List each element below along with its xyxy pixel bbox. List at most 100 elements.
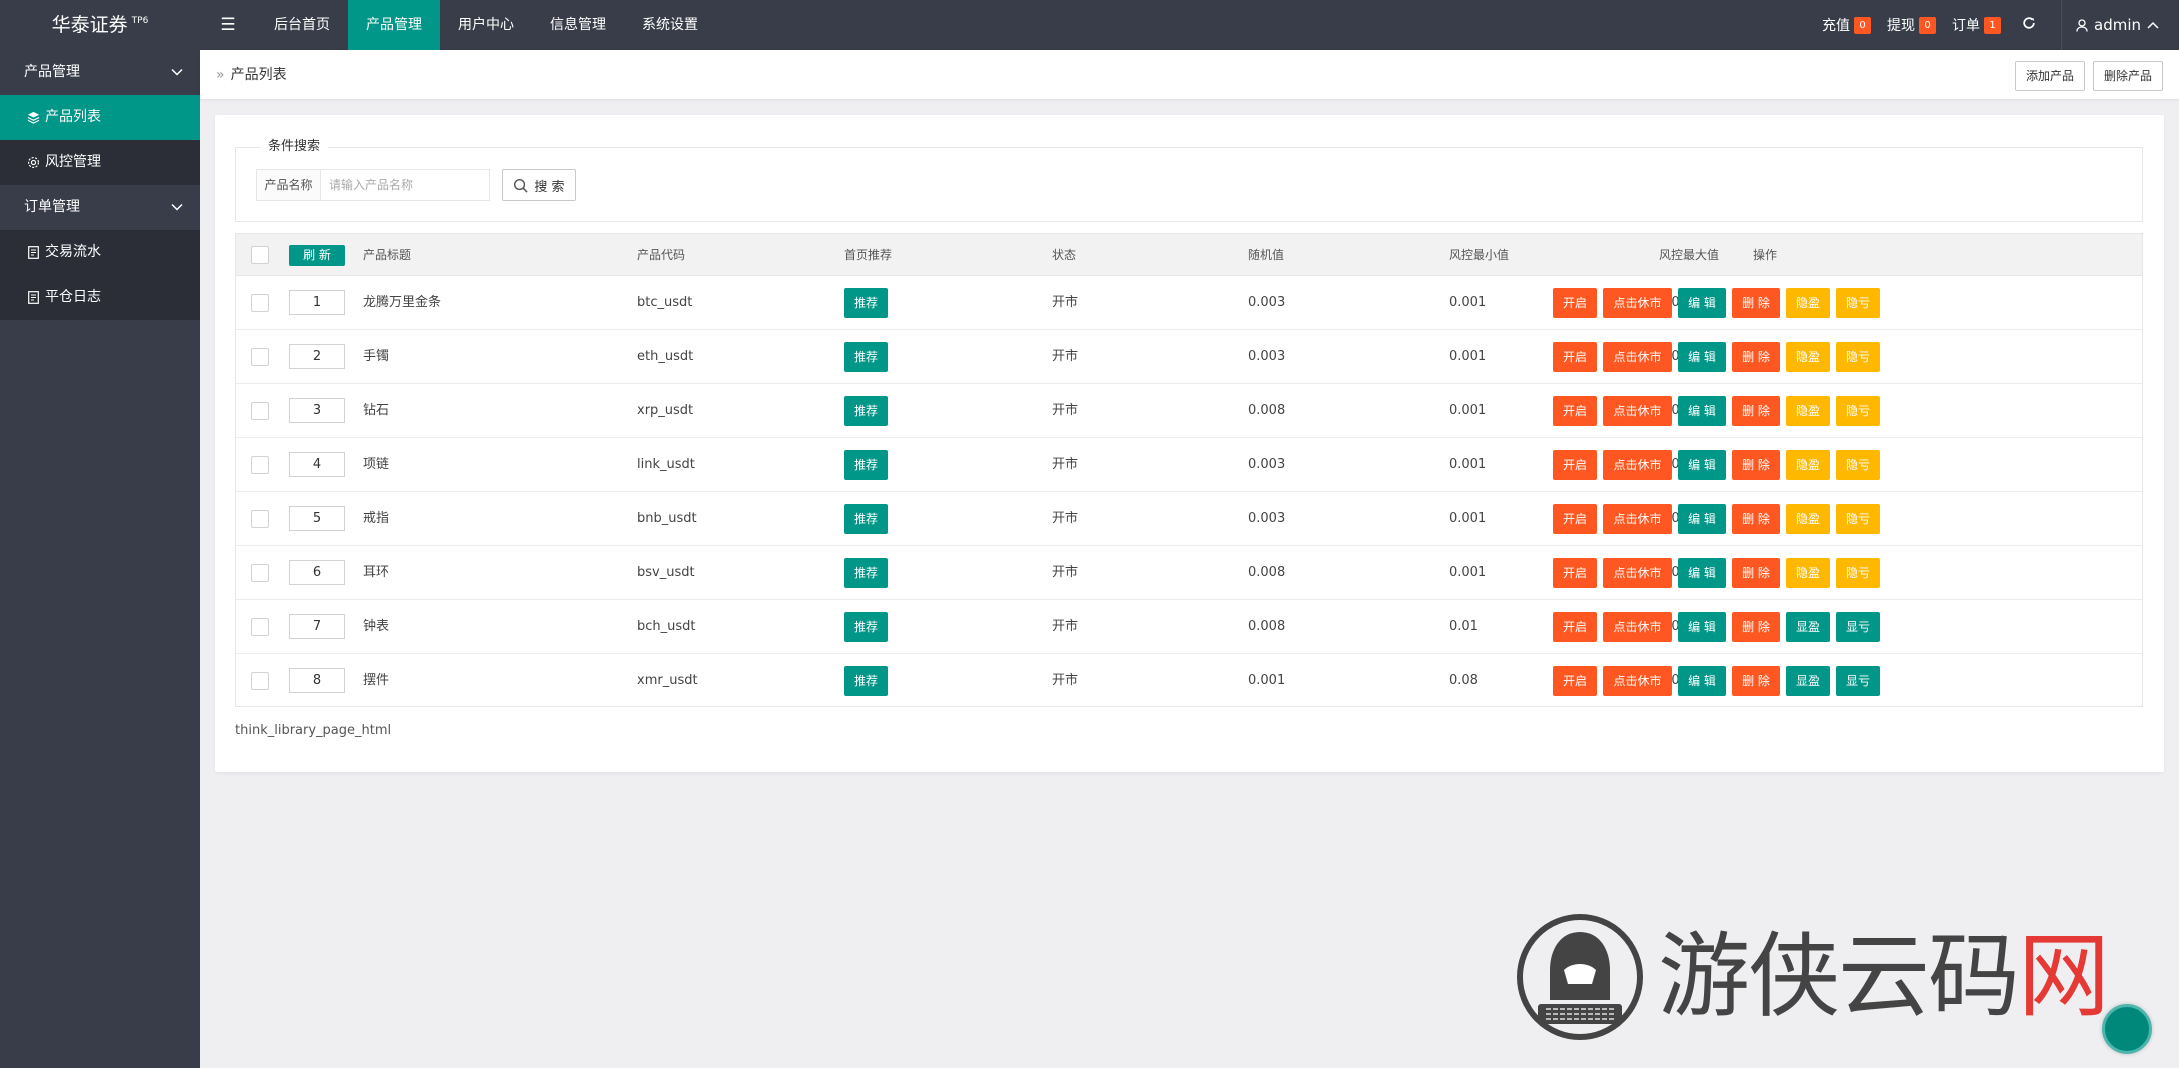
loss-toggle-button[interactable]: 隐亏 [1836,504,1880,534]
edit-button[interactable]: 编 辑 [1678,396,1726,426]
row-checkbox[interactable] [251,672,269,690]
row-checkbox[interactable] [251,348,269,366]
sidebar-item-risk-control[interactable]: 风控管理 [0,140,200,185]
delete-button[interactable]: 删 除 [1732,504,1780,534]
edit-button[interactable]: 编 辑 [1678,666,1726,696]
orders-link[interactable]: 订单 1 [1952,15,2001,35]
delete-button[interactable]: 删 除 [1732,558,1780,588]
close-market-button[interactable]: 点击休市 [1603,558,1672,588]
loss-toggle-button[interactable]: 显亏 [1836,666,1880,696]
profit-toggle-button[interactable]: 隐盈 [1786,450,1830,480]
recommend-button[interactable]: 推荐 [844,396,888,426]
profit-toggle-button[interactable]: 隐盈 [1786,504,1830,534]
profit-toggle-button[interactable]: 显盈 [1786,666,1830,696]
edit-button[interactable]: 编 辑 [1678,342,1726,372]
product-title: 手镯 [363,349,390,364]
close-market-button[interactable]: 点击休市 [1603,342,1672,372]
sort-order-input[interactable]: 2 [289,344,345,369]
row-checkbox[interactable] [251,402,269,420]
open-button[interactable]: 开启 [1553,558,1597,588]
open-button[interactable]: 开启 [1553,504,1597,534]
sort-order-input[interactable]: 8 [289,668,345,693]
delete-button[interactable]: 删 除 [1732,612,1780,642]
nav-item-settings[interactable]: 系统设置 [624,0,716,50]
edit-button[interactable]: 编 辑 [1678,504,1726,534]
brand-logo[interactable]: 华泰证券 TP6 [0,0,200,50]
search-button[interactable]: 搜 索 [502,169,576,201]
open-button[interactable]: 开启 [1553,342,1597,372]
sidebar-item-close-log[interactable]: 平仓日志 [0,275,200,320]
sort-order-input[interactable]: 4 [289,452,345,477]
edit-button[interactable]: 编 辑 [1678,612,1726,642]
open-button[interactable]: 开启 [1553,612,1597,642]
delete-button[interactable]: 删 除 [1732,666,1780,696]
profit-toggle-button[interactable]: 隐盈 [1786,558,1830,588]
close-market-button[interactable]: 点击休市 [1603,612,1672,642]
open-button[interactable]: 开启 [1553,450,1597,480]
profit-toggle-button[interactable]: 隐盈 [1786,288,1830,318]
sort-order-input[interactable]: 7 [289,614,345,639]
nav-item-users[interactable]: 用户中心 [440,0,532,50]
sort-order-input[interactable]: 6 [289,560,345,585]
delete-product-button[interactable]: 删除产品 [2092,61,2163,91]
table-row: 4项链link_usdt推荐开市0.0030.0010.005开启点击休市编 辑… [236,438,2142,492]
select-all-checkbox[interactable] [251,246,269,264]
withdraw-link[interactable]: 提现 0 [1887,15,1936,35]
recommend-button[interactable]: 推荐 [844,612,888,642]
profit-toggle-button[interactable]: 显盈 [1786,612,1830,642]
refresh-icon[interactable] [2017,0,2041,50]
profit-toggle-button[interactable]: 隐盈 [1786,396,1830,426]
sort-order-input[interactable]: 5 [289,506,345,531]
nav-item-home[interactable]: 后台首页 [256,0,348,50]
edit-button[interactable]: 编 辑 [1678,450,1726,480]
open-button[interactable]: 开启 [1553,288,1597,318]
user-menu[interactable]: admin [2076,16,2165,34]
loss-toggle-button[interactable]: 隐亏 [1836,558,1880,588]
edit-button[interactable]: 编 辑 [1678,288,1726,318]
row-checkbox[interactable] [251,510,269,528]
floating-help-button[interactable] [2102,1004,2152,1054]
open-button[interactable]: 开启 [1553,666,1597,696]
loss-toggle-button[interactable]: 隐亏 [1836,450,1880,480]
open-button[interactable]: 开启 [1553,396,1597,426]
delete-button[interactable]: 删 除 [1732,450,1780,480]
row-checkbox[interactable] [251,618,269,636]
row-checkbox[interactable] [251,294,269,312]
recommend-button[interactable]: 推荐 [844,450,888,480]
menu-toggle-icon[interactable]: ☰ [200,0,256,50]
recommend-button[interactable]: 推荐 [844,342,888,372]
close-market-button[interactable]: 点击休市 [1603,666,1672,696]
recommend-button[interactable]: 推荐 [844,558,888,588]
loss-toggle-button[interactable]: 隐亏 [1836,396,1880,426]
close-market-button[interactable]: 点击休市 [1603,396,1672,426]
random-value: 0.008 [1248,403,1286,418]
profit-toggle-button[interactable]: 隐盈 [1786,342,1830,372]
close-market-button[interactable]: 点击休市 [1603,504,1672,534]
sidebar-group-products[interactable]: 产品管理 [0,50,200,95]
add-product-button[interactable]: 添加产品 [2014,61,2085,91]
recharge-link[interactable]: 充值 0 [1822,15,1871,35]
delete-button[interactable]: 删 除 [1732,396,1780,426]
row-checkbox[interactable] [251,456,269,474]
nav-item-info[interactable]: 信息管理 [532,0,624,50]
edit-button[interactable]: 编 辑 [1678,558,1726,588]
delete-button[interactable]: 删 除 [1732,288,1780,318]
sidebar-group-orders[interactable]: 订单管理 [0,185,200,230]
refresh-button[interactable]: 刷 新 [289,245,345,266]
recommend-button[interactable]: 推荐 [844,666,888,696]
row-checkbox[interactable] [251,564,269,582]
sort-order-input[interactable]: 1 [289,290,345,315]
delete-button[interactable]: 删 除 [1732,342,1780,372]
loss-toggle-button[interactable]: 隐亏 [1836,288,1880,318]
close-market-button[interactable]: 点击休市 [1603,450,1672,480]
loss-toggle-button[interactable]: 显亏 [1836,612,1880,642]
recommend-button[interactable]: 推荐 [844,504,888,534]
search-input[interactable] [320,169,490,201]
sidebar-item-product-list[interactable]: 产品列表 [0,95,200,140]
close-market-button[interactable]: 点击休市 [1603,288,1672,318]
sidebar-item-trade-flow[interactable]: 交易流水 [0,230,200,275]
recommend-button[interactable]: 推荐 [844,288,888,318]
loss-toggle-button[interactable]: 隐亏 [1836,342,1880,372]
nav-item-products[interactable]: 产品管理 [348,0,440,50]
sort-order-input[interactable]: 3 [289,398,345,423]
